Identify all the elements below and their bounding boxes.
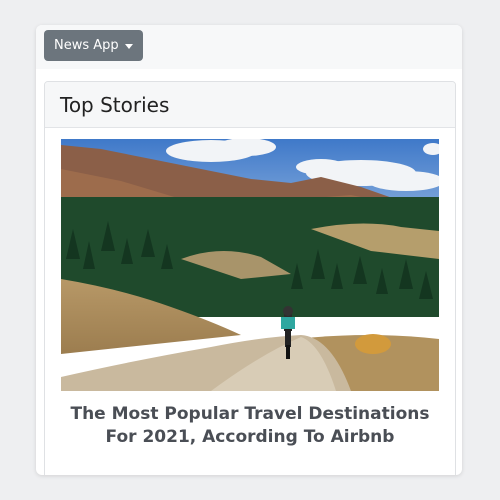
app-card: News App Top Stories The Most Popular Tr… (36, 25, 462, 475)
top-navbar: News App (36, 25, 462, 69)
panel-title: Top Stories (60, 92, 170, 117)
story-image[interactable] (61, 139, 439, 391)
story-title[interactable]: The Most Popular Travel Destinations For… (61, 403, 439, 449)
caret-down-icon (124, 43, 133, 49)
top-stories-panel: Top Stories The Most Popular Travel Dest… (44, 81, 456, 475)
panel-header: Top Stories (45, 82, 455, 128)
dropdown-label: News App (54, 38, 119, 53)
news-app-dropdown-button[interactable]: News App (44, 30, 143, 61)
